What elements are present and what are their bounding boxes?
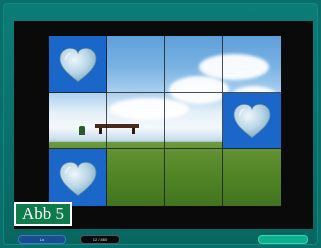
- card-grid: [49, 36, 281, 206]
- card-face-up[interactable]: [49, 36, 107, 93]
- left-control-button[interactable]: Lo: [18, 235, 66, 244]
- card-face-down[interactable]: [49, 92, 107, 150]
- counter-display: 12 / 860: [80, 235, 120, 244]
- card-face-down[interactable]: [223, 36, 281, 93]
- right-control-button[interactable]: [258, 235, 308, 244]
- heart-stone-icon: [59, 161, 96, 196]
- card-face-down[interactable]: [107, 149, 165, 206]
- figure-label: Abb 5: [14, 202, 73, 226]
- card-face-up[interactable]: [223, 92, 281, 150]
- card-face-down[interactable]: [165, 149, 223, 206]
- heart-stone-icon: [59, 47, 96, 82]
- card-face-down[interactable]: [107, 92, 165, 150]
- heart-stone-icon: [233, 104, 271, 139]
- card-face-up[interactable]: [49, 149, 107, 206]
- control-bar: Lo 12 / 860: [0, 232, 321, 246]
- card-face-down[interactable]: [165, 92, 223, 150]
- card-face-down[interactable]: [107, 36, 165, 93]
- card-face-down[interactable]: [165, 36, 223, 93]
- card-face-down[interactable]: [223, 149, 281, 206]
- memory-board: [49, 36, 281, 206]
